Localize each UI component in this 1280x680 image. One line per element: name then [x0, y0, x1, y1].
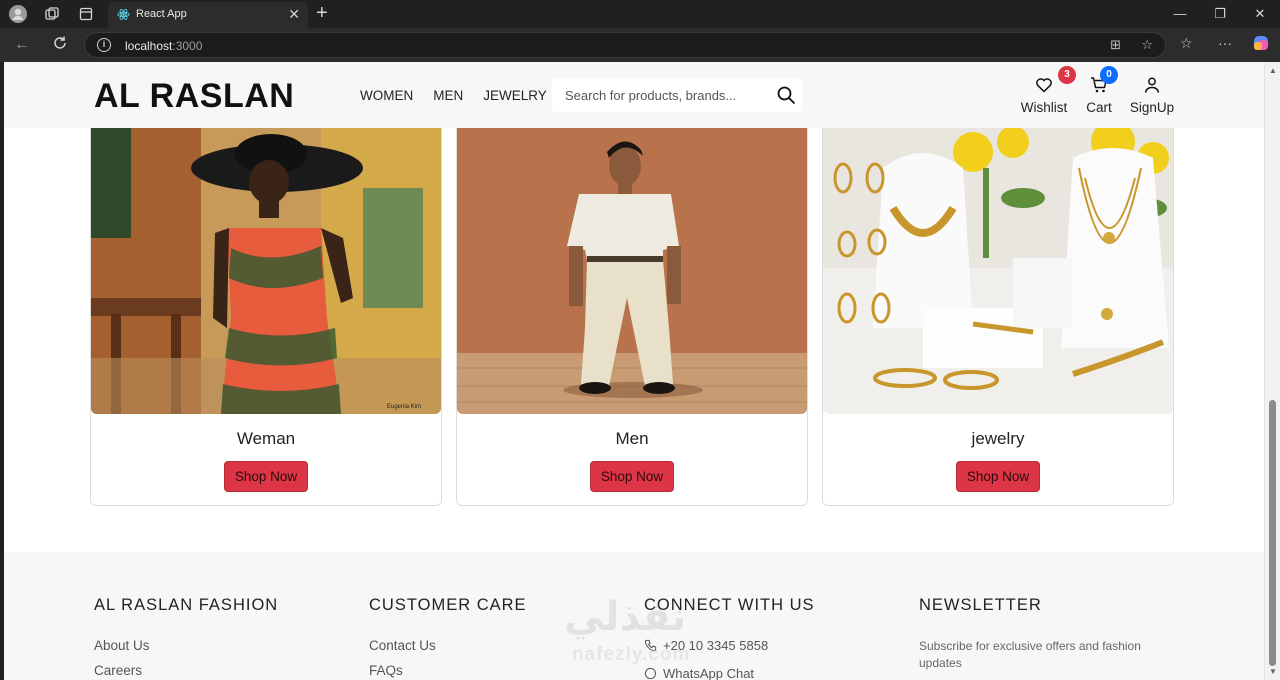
more-menu-icon[interactable]: ··· [1218, 35, 1232, 51]
footer-heading: NEWSLETTER [919, 596, 1042, 614]
svg-text:Eugenia Kim: Eugenia Kim [387, 404, 421, 410]
footer-link-careers[interactable]: Careers [94, 663, 278, 678]
nav-item-women[interactable]: WOMEN [360, 88, 413, 103]
newsletter-text: Subscribe for exclusive offers and fashi… [919, 639, 1141, 670]
category-name: Weman [236, 429, 296, 448]
favorites-icon[interactable]: ☆ [1180, 35, 1193, 52]
footer-link-contact[interactable]: Contact Us [369, 638, 527, 653]
footer-col-care: CUSTOMER CARE Contact Us FAQs [369, 596, 527, 680]
main-nav: WOMEN MEN JEWELRY [360, 88, 547, 103]
url-text: localhost:3000 [125, 39, 203, 53]
reload-icon[interactable] [50, 35, 70, 55]
site-info-icon[interactable]: i [97, 38, 111, 52]
footer-heading: AL RASLAN FASHION [94, 596, 279, 614]
close-window-icon[interactable]: ✕ [1240, 0, 1280, 28]
shop-now-button-women[interactable]: Shop Now [224, 461, 308, 492]
site-footer: AL RASLAN FASHION About Us Careers CUSTO… [4, 552, 1264, 680]
cart-button[interactable]: Cart 0 [1084, 66, 1118, 115]
scroll-down-icon[interactable]: ▼ [1269, 667, 1277, 676]
category-card-men: Men Shop Now [456, 128, 808, 506]
minimize-icon[interactable]: — [1160, 0, 1200, 28]
footer-col-newsletter: NEWSLETTER Subscribe for exclusive offer… [919, 596, 1149, 672]
browser-toolbar: ← i localhost:3000 ⊞ ☆ ☆ ··· [0, 28, 1280, 62]
search-box [552, 78, 802, 112]
gold-jewelry-display-photo[interactable] [823, 128, 1173, 414]
address-bar[interactable]: i localhost:3000 ⊞ ☆ [84, 32, 1166, 58]
woman-in-floral-dress-photo[interactable]: Eugenia Kim [91, 128, 441, 414]
restore-icon[interactable]: ❐ [1200, 0, 1240, 28]
footer-heading: CUSTOMER CARE [369, 596, 527, 614]
watermark-logo: نفذلي nafezly.com [564, 594, 714, 674]
footer-col-brand: AL RASLAN FASHION About Us Careers [94, 596, 278, 680]
signup-label: SignUp [1129, 100, 1175, 115]
wishlist-button[interactable]: Wishlist 3 [1018, 66, 1076, 115]
nav-item-jewelry[interactable]: JEWELRY [483, 88, 547, 103]
app-available-icon[interactable]: ⊞ [1110, 37, 1121, 53]
new-tab-icon[interactable]: + [316, 3, 328, 23]
footer-link-faqs[interactable]: FAQs [369, 663, 527, 678]
man-in-cream-outfit-photo[interactable] [457, 128, 807, 414]
shop-now-button-men[interactable]: Shop Now [590, 461, 674, 492]
nav-item-men[interactable]: MEN [433, 88, 463, 103]
wishlist-count-badge: 3 [1058, 66, 1076, 84]
copilot-icon[interactable] [1252, 34, 1270, 55]
back-icon[interactable]: ← [12, 35, 32, 55]
watermark-latin: nafezly.com [572, 644, 691, 665]
react-logo-icon [117, 9, 130, 20]
search-icon[interactable] [776, 85, 796, 105]
workspaces-icon[interactable] [42, 4, 62, 24]
wishlist-label: Wishlist [1020, 100, 1068, 115]
browser-tab[interactable]: React App ✕ [108, 2, 308, 28]
watermark-arabic: نفذلي [564, 595, 687, 639]
favorite-star-icon[interactable]: ☆ [1141, 37, 1153, 53]
user-icon [1144, 77, 1160, 93]
category-card-women: Eugenia Kim Weman Shop Now [90, 128, 442, 506]
tab-title: React App [136, 8, 187, 20]
window-controls: — ❐ ✕ [1160, 0, 1280, 28]
page-scrollbar[interactable]: ▲ ▼ [1264, 62, 1280, 680]
category-name: Men [615, 429, 649, 448]
category-card-jewelry: jewelry Shop Now [822, 128, 1174, 506]
scrollbar-thumb[interactable] [1269, 400, 1276, 666]
tab-close-icon[interactable]: ✕ [288, 6, 300, 23]
footer-link-about[interactable]: About Us [94, 638, 278, 653]
site-header: AL RASLAN WOMEN MEN JEWELRY Wishlist 3 C… [4, 62, 1264, 128]
cart-count-badge: 0 [1100, 66, 1118, 84]
category-grid: Eugenia Kim Weman Shop Now Men Shop Now … [90, 128, 1180, 506]
search-input[interactable] [552, 78, 764, 112]
browser-tabbar: React App ✕ + — ❐ ✕ [0, 0, 1280, 28]
tab-actions-icon[interactable] [76, 4, 96, 24]
cart-label: Cart [1086, 100, 1112, 115]
category-name: jewelry [971, 429, 1025, 448]
scroll-up-icon[interactable]: ▲ [1269, 66, 1277, 75]
heart-icon [1036, 78, 1052, 93]
profile-icon[interactable] [8, 4, 28, 24]
page-viewport: AL RASLAN WOMEN MEN JEWELRY Wishlist 3 C… [4, 62, 1264, 680]
signup-button[interactable]: SignUp [1128, 72, 1176, 115]
shop-now-button-jewelry[interactable]: Shop Now [956, 461, 1040, 492]
brand-logo[interactable]: AL RASLAN [94, 77, 294, 116]
